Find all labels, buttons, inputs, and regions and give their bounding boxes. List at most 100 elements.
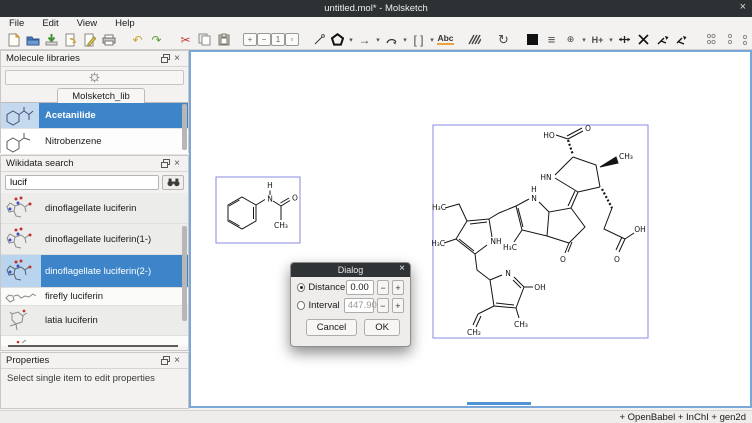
zoom-original-button[interactable]: 1 bbox=[271, 33, 285, 46]
wikidata-hscrollbar[interactable] bbox=[8, 345, 178, 347]
svg-text:H₃C: H₃C bbox=[432, 239, 445, 248]
drawing-canvas[interactable]: H N O CH₃ bbox=[189, 50, 752, 408]
wikidata-vscrollbar[interactable] bbox=[182, 226, 187, 321]
hatch-tool[interactable] bbox=[465, 31, 484, 49]
menu-view[interactable]: View bbox=[68, 17, 106, 30]
library-item-acetanilide[interactable]: Acetanilide bbox=[1, 103, 188, 129]
distance-minus-button[interactable]: − bbox=[377, 280, 389, 295]
save-file-button[interactable] bbox=[42, 31, 61, 49]
svg-text:CH₃: CH₃ bbox=[274, 221, 288, 230]
molecule-libraries-header: Molecule libraries × bbox=[1, 51, 188, 67]
distance-value-input[interactable]: 0.00 bbox=[346, 280, 374, 295]
distance-radio[interactable] bbox=[297, 283, 305, 292]
move-tool[interactable] bbox=[615, 31, 634, 49]
search-input[interactable] bbox=[5, 175, 159, 190]
dialog: Dialog × Distance 0.00 − + Interval 447.… bbox=[290, 262, 411, 347]
molecule-thumbnail bbox=[1, 129, 39, 154]
result-dinoflagellate-luciferin-1[interactable]: dinoflagellate luciferin(1-) bbox=[1, 224, 188, 255]
line-width-button[interactable]: ≡ bbox=[542, 31, 561, 49]
ring-tool[interactable] bbox=[328, 31, 347, 49]
library-scrollbar[interactable] bbox=[182, 104, 187, 150]
rotate-tool[interactable]: ↻ bbox=[494, 31, 513, 49]
svg-text:N: N bbox=[531, 194, 537, 203]
group-tool-1[interactable] bbox=[701, 31, 720, 49]
svg-text:H: H bbox=[267, 181, 273, 190]
wikidata-results: dinoflagellate luciferin dinoflagellate … bbox=[1, 193, 188, 346]
hydrogen-tool-dropdown-icon[interactable]: ▾ bbox=[607, 31, 615, 49]
group-tool-2[interactable] bbox=[720, 31, 739, 49]
group-tool-3[interactable] bbox=[739, 31, 752, 49]
distance-plus-button[interactable]: + bbox=[392, 280, 404, 295]
redo-button[interactable]: ↷ bbox=[147, 31, 166, 49]
molecule-luciferin[interactable]: HO O HN CH₃ H₃C H₃C NH H N H₃C O OH O N … bbox=[432, 124, 649, 342]
interval-radio[interactable] bbox=[297, 301, 305, 310]
titlebar: untitled.mol* - Molsketch × bbox=[0, 0, 752, 17]
tab-molsketch-lib[interactable]: Molsketch_lib bbox=[57, 88, 145, 103]
ring-tool-dropdown-icon[interactable]: ▾ bbox=[347, 31, 355, 49]
window-close-icon[interactable]: × bbox=[740, 1, 746, 13]
zoom-fit-button[interactable]: ▫ bbox=[285, 33, 299, 46]
mechanism-arrow-dropdown-icon[interactable]: ▾ bbox=[401, 31, 409, 49]
menu-help[interactable]: Help bbox=[106, 17, 144, 30]
canvas-hscrollbar-thumb[interactable] bbox=[467, 402, 531, 405]
molecule-acetanilide[interactable]: H N O CH₃ bbox=[215, 176, 301, 247]
libraries-close-icon[interactable]: × bbox=[171, 53, 183, 64]
print-button[interactable] bbox=[99, 31, 118, 49]
result-firefly-luciferin[interactable]: firefly luciferin bbox=[1, 288, 188, 306]
binoculars-icon bbox=[167, 178, 180, 187]
arrow-tool[interactable]: → bbox=[355, 31, 374, 49]
bond-line-icon bbox=[313, 34, 325, 46]
text-tool[interactable]: Abc bbox=[436, 31, 455, 49]
copy-button[interactable] bbox=[195, 31, 214, 49]
properties-header: Properties × bbox=[1, 353, 188, 369]
electron-push-tool-2[interactable] bbox=[672, 31, 691, 49]
interval-value-input[interactable]: 447.90 bbox=[344, 298, 374, 313]
dialog-close-icon[interactable]: × bbox=[399, 263, 405, 274]
zoom-in-button[interactable]: + bbox=[243, 33, 257, 46]
arrow-tool-dropdown-icon[interactable]: ▾ bbox=[374, 31, 382, 49]
charge-tool-dropdown-icon[interactable]: ▾ bbox=[580, 31, 588, 49]
menu-edit[interactable]: Edit bbox=[33, 17, 67, 30]
bracket-tool[interactable]: [ ] bbox=[409, 31, 428, 49]
result-dinoflagellate-luciferin-2[interactable]: dinoflagellate luciferin(2-) bbox=[1, 255, 188, 288]
properties-close-icon[interactable]: × bbox=[171, 355, 183, 366]
new-file-button[interactable] bbox=[4, 31, 23, 49]
charge-tool[interactable]: ⊕ bbox=[561, 31, 580, 49]
export-file-button[interactable] bbox=[80, 31, 99, 49]
cut-button[interactable]: ✂ bbox=[176, 31, 195, 49]
menu-file[interactable]: File bbox=[0, 17, 33, 30]
library-tabbar: Molsketch_lib bbox=[1, 88, 188, 103]
text-tool-icon: Abc bbox=[437, 34, 453, 45]
libraries-float-icon[interactable] bbox=[159, 54, 171, 63]
electron-push-tool-1[interactable] bbox=[653, 31, 672, 49]
ok-button[interactable]: OK bbox=[364, 319, 400, 336]
wikidata-float-icon[interactable] bbox=[159, 159, 171, 168]
delete-tool[interactable] bbox=[634, 31, 653, 49]
paste-button[interactable] bbox=[214, 31, 233, 49]
cancel-button[interactable]: Cancel bbox=[306, 319, 358, 336]
open-file-button[interactable] bbox=[23, 31, 42, 49]
mechanism-arrow-tool[interactable] bbox=[382, 31, 401, 49]
result-label: firefly luciferin bbox=[41, 291, 103, 302]
library-item-nitrobenzene[interactable]: Nitrobenzene bbox=[1, 129, 188, 155]
move-icon bbox=[618, 35, 631, 44]
draw-bond-tool[interactable] bbox=[309, 31, 328, 49]
svg-text:N: N bbox=[267, 195, 273, 204]
library-settings-button[interactable] bbox=[5, 70, 184, 85]
undo-button[interactable]: ↶ bbox=[128, 31, 147, 49]
zoom-out-button[interactable]: − bbox=[257, 33, 271, 46]
import-file-button[interactable] bbox=[61, 31, 80, 49]
result-latia-luciferin[interactable]: latia luciferin bbox=[1, 306, 188, 336]
bracket-tool-dropdown-icon[interactable]: ▾ bbox=[428, 31, 436, 49]
search-button[interactable] bbox=[162, 175, 184, 190]
result-dinoflagellate-luciferin[interactable]: dinoflagellate luciferin bbox=[1, 193, 188, 224]
wikidata-close-icon[interactable]: × bbox=[171, 158, 183, 169]
svg-text:CH₃: CH₃ bbox=[619, 152, 633, 161]
hydrogen-tool[interactable]: H+ bbox=[588, 31, 607, 49]
color-swatch-button[interactable] bbox=[523, 31, 542, 49]
properties-float-icon[interactable] bbox=[159, 356, 171, 365]
menubar: File Edit View Help bbox=[0, 17, 752, 30]
interval-minus-button[interactable]: − bbox=[377, 298, 389, 313]
svg-text:OH: OH bbox=[534, 283, 546, 292]
interval-plus-button[interactable]: + bbox=[392, 298, 404, 313]
